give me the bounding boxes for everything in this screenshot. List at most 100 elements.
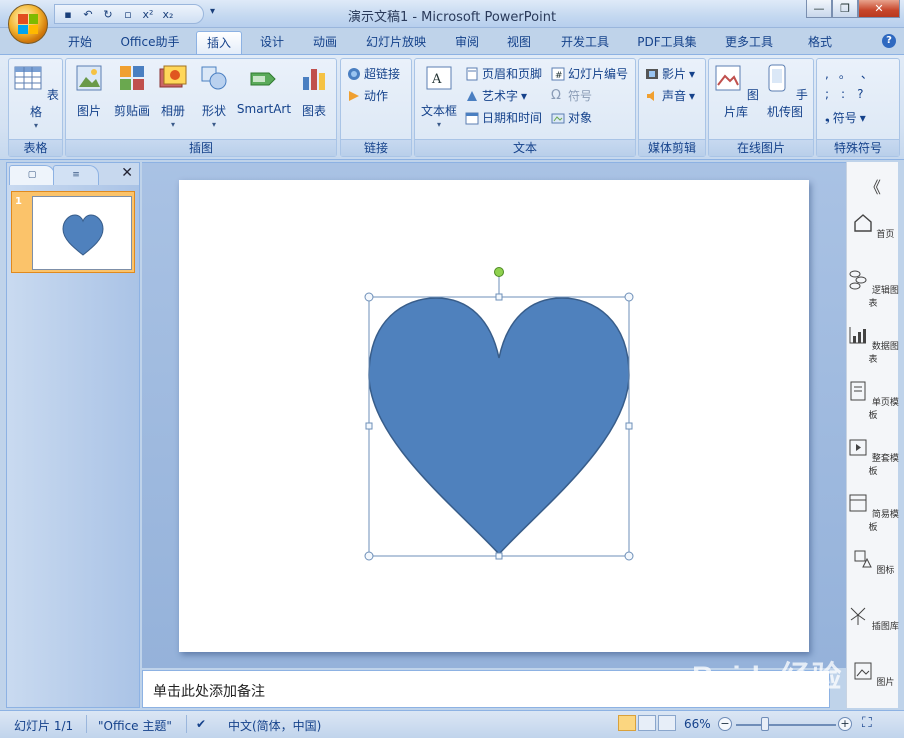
group-label-online-pictures: 在线图片	[709, 139, 813, 156]
slide-number-icon: #	[551, 67, 565, 81]
clipart-button[interactable]: 剪贴画	[110, 63, 154, 119]
slide-thumbnail-number: 1	[15, 196, 22, 207]
status-language[interactable]: 中文(简体，中国)	[228, 717, 321, 734]
rotation-handle[interactable]	[494, 267, 504, 277]
datetime-button[interactable]: 日期和时间	[465, 109, 542, 126]
tab-format[interactable]: 格式	[798, 31, 842, 54]
tab-insert[interactable]: 插入	[196, 31, 242, 54]
symbol-dropdown-button[interactable]: ❟ 符号 ▾	[825, 109, 866, 126]
slide-sorter-view-button[interactable]	[638, 715, 656, 731]
svg-text:#: #	[555, 71, 563, 81]
sound-button[interactable]: 声音 ▾	[645, 87, 695, 104]
windmill-icon	[850, 607, 866, 625]
group-label-links: 链接	[341, 139, 411, 156]
heart-shape[interactable]	[368, 297, 630, 556]
normal-view-button[interactable]	[618, 715, 636, 731]
zoom-out-button[interactable]: −	[718, 717, 732, 731]
symbol-period[interactable]: 。	[839, 65, 851, 82]
tab-review[interactable]: 审阅	[448, 31, 486, 54]
minimize-button[interactable]: —	[806, 0, 832, 18]
slide-thumbnail-selected[interactable]: 1	[11, 191, 135, 273]
dropdown-caret-icon: ▾	[859, 110, 866, 125]
action-button[interactable]: 动作	[347, 87, 388, 104]
tab-developer[interactable]: 开发工具	[554, 31, 616, 54]
sidebar-item-simple-template[interactable]: 简易模板	[847, 492, 899, 533]
smartart-button[interactable]: SmartArt	[236, 63, 292, 116]
zoom-slider-thumb[interactable]	[761, 717, 769, 731]
tab-more-tools[interactable]: 更多工具	[718, 31, 780, 54]
symbol-comma[interactable]: ,	[825, 67, 829, 81]
header-footer-button[interactable]: 页眉和页脚	[465, 65, 542, 82]
zoom-slider-track[interactable]	[736, 724, 836, 726]
zoom-level[interactable]: 66%	[684, 717, 711, 731]
slideshow-view-button[interactable]	[658, 715, 676, 731]
sidebar-item-data-chart[interactable]: 数据图表	[847, 324, 899, 365]
header-footer-icon	[466, 67, 478, 80]
picture-button[interactable]: 图片	[70, 63, 108, 119]
table-icon	[14, 66, 42, 90]
group-label-table: 表格	[9, 139, 62, 156]
tab-slides[interactable]: ▢	[9, 165, 55, 185]
table-button[interactable]: 表格 ▾	[11, 63, 61, 130]
textbox-button[interactable]: A 文本框 ▾	[419, 63, 459, 129]
tab-animation[interactable]: 动画	[306, 31, 344, 54]
slide-thumbnail[interactable]	[32, 196, 132, 270]
resize-handle-bottom[interactable]	[495, 552, 503, 560]
status-theme: "Office 主题"	[98, 719, 172, 733]
picture-library-button[interactable]: 图片库	[713, 63, 759, 120]
tab-office-assistant[interactable]: Office助手	[112, 31, 188, 54]
resize-handle-bottom-left[interactable]	[364, 551, 374, 561]
sidebar-item-pictures[interactable]: 图片	[847, 660, 899, 688]
slide-canvas[interactable]	[179, 180, 809, 652]
fit-to-window-icon[interactable]: ⛶	[862, 715, 872, 731]
movie-button[interactable]: 影片 ▾	[645, 65, 695, 82]
tab-view[interactable]: 视图	[500, 31, 538, 54]
tab-home[interactable]: 开始	[60, 31, 100, 54]
slide-number-button[interactable]: # 幻灯片编号	[551, 65, 628, 82]
resize-handle-right[interactable]	[625, 422, 633, 430]
symbol-semicolon[interactable]: ;	[825, 87, 829, 101]
sidebar-item-illustration-library[interactable]: 插图库	[847, 604, 899, 632]
object-icon	[551, 113, 565, 123]
collapse-sidebar-icon[interactable]: 《	[847, 174, 899, 198]
tab-outline[interactable]: ≡	[53, 165, 99, 185]
resize-handle-bottom-right[interactable]	[624, 551, 634, 561]
symbol-button[interactable]: Ω 符号	[551, 87, 592, 104]
sidebar-item-icons[interactable]: 图标	[847, 548, 899, 576]
help-icon[interactable]: ?	[882, 34, 896, 48]
group-label-media: 媒体剪辑	[639, 139, 705, 156]
wordart-button[interactable]: 艺术字 ▾	[465, 87, 527, 104]
hyperlink-button[interactable]: 超链接	[347, 65, 400, 82]
spell-check-icon[interactable]: ✔	[196, 717, 206, 731]
resize-handle-top-left[interactable]	[364, 292, 374, 302]
dropdown-caret-icon: ▾	[170, 120, 175, 129]
tab-design[interactable]: 设计	[254, 31, 290, 54]
symbol-enum-comma[interactable]: 、	[861, 65, 873, 82]
phone-picture-button[interactable]: 手机传图	[759, 63, 811, 120]
comma-symbol-icon: ❟	[825, 110, 830, 124]
title-bar: ▪ ↶ ↻ ▫ x² x₂ ▾ 演示文稿1 - Microsoft PowerP…	[0, 0, 904, 28]
restore-button[interactable]: ❐	[832, 0, 858, 18]
sidebar-item-home[interactable]: 首页	[847, 212, 899, 240]
resize-handle-left[interactable]	[365, 422, 373, 430]
object-button[interactable]: 对象	[551, 109, 592, 126]
chart-button[interactable]: 图表	[294, 63, 334, 119]
picture-icon	[76, 65, 102, 91]
tab-pdf-tools[interactable]: PDF工具集	[632, 31, 702, 54]
resize-handle-top[interactable]	[495, 293, 503, 301]
zoom-in-button[interactable]: +	[838, 717, 852, 731]
shapes-button[interactable]: 形状 ▾	[194, 63, 234, 129]
symbol-colon[interactable]: :	[841, 87, 845, 101]
picture-library-icon	[715, 65, 741, 91]
full-template-icon	[849, 439, 867, 456]
album-button[interactable]: 相册 ▾	[154, 63, 192, 129]
sidebar-item-full-template[interactable]: 整套模板	[847, 436, 899, 477]
close-pane-icon[interactable]: ✕	[121, 165, 133, 181]
resize-handle-top-right[interactable]	[624, 292, 634, 302]
close-button[interactable]: ✕	[858, 0, 900, 18]
sidebar-item-single-template[interactable]: 单页模板	[847, 380, 899, 421]
office-button[interactable]	[8, 4, 48, 44]
sidebar-item-logic-diagram[interactable]: 逻辑图表	[847, 268, 899, 309]
symbol-question[interactable]: ?	[857, 87, 863, 101]
tab-slideshow[interactable]: 幻灯片放映	[360, 31, 432, 54]
